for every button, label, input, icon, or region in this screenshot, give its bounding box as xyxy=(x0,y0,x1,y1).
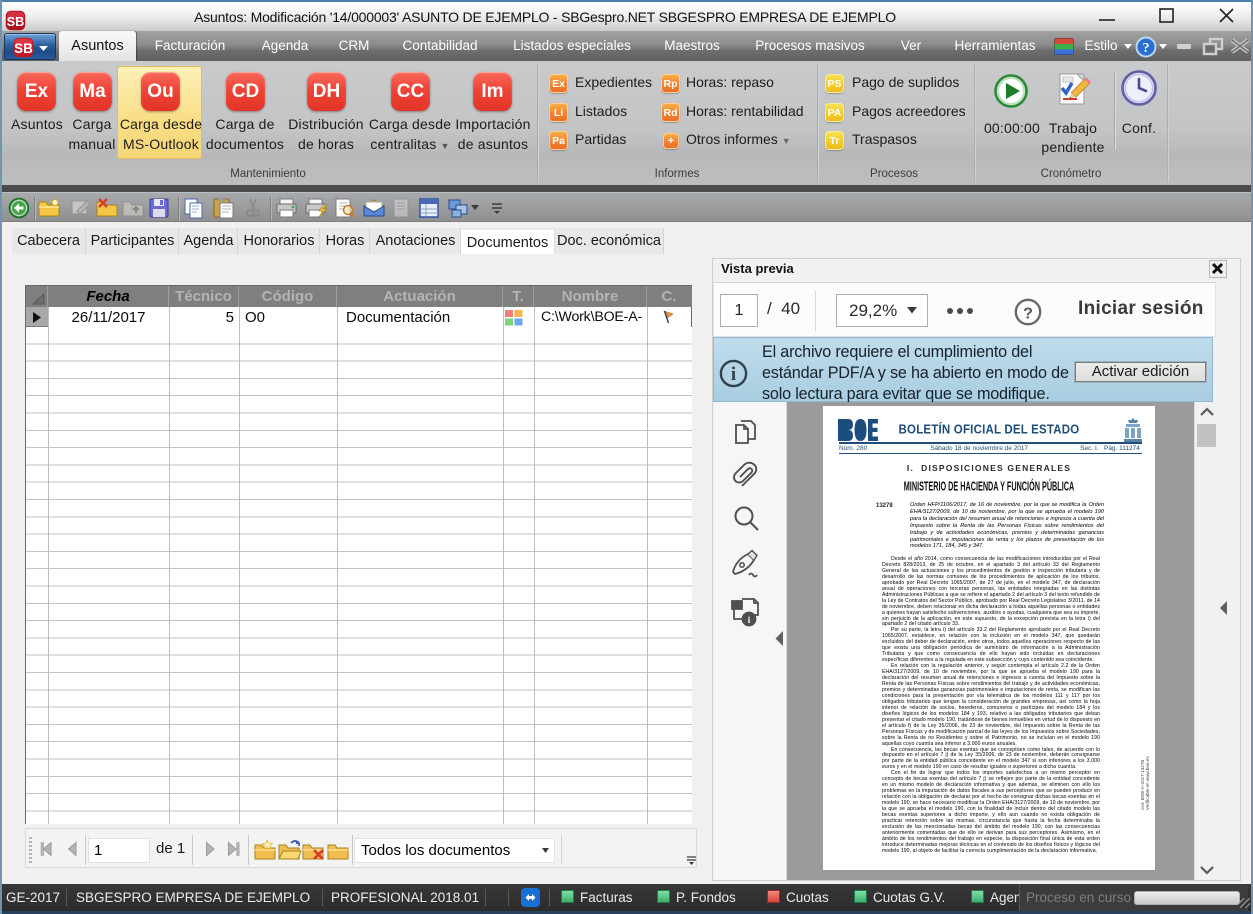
svg-text:?: ? xyxy=(1023,306,1033,323)
svg-text:SB: SB xyxy=(7,14,25,29)
svg-text:SB: SB xyxy=(14,41,33,56)
svg-text:?: ? xyxy=(1143,41,1150,56)
svg-text:i: i xyxy=(731,364,736,385)
